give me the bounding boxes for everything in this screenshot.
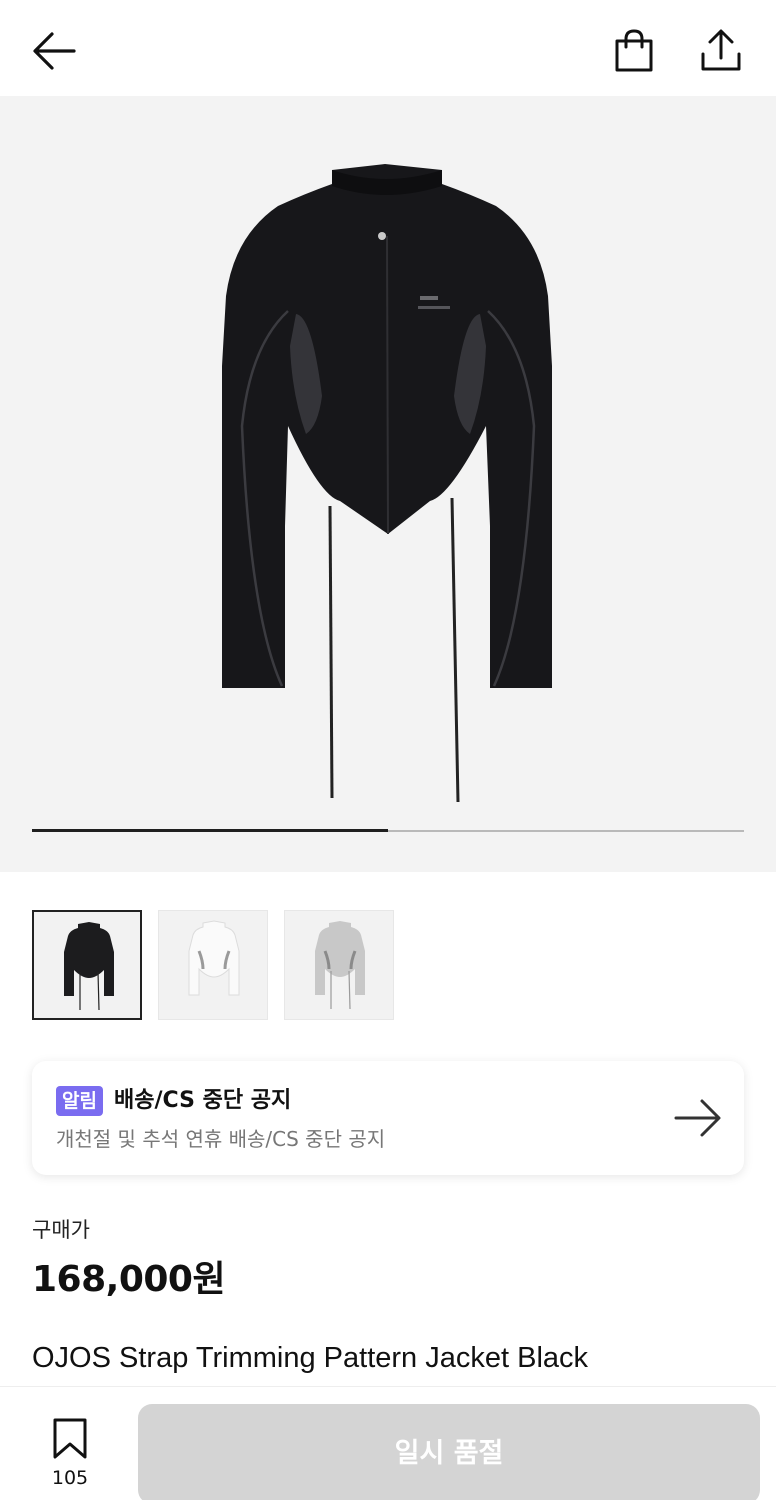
share-button[interactable] bbox=[696, 26, 746, 76]
arrow-left-icon bbox=[33, 32, 76, 70]
gallery-progress-track bbox=[32, 829, 744, 832]
wishlist-button[interactable]: 105 bbox=[40, 1417, 100, 1491]
shopping-bag-icon bbox=[615, 29, 653, 72]
thumbnail-strip bbox=[32, 910, 744, 1022]
thumbnail-jacket-image bbox=[188, 920, 240, 996]
product-jacket-image bbox=[222, 164, 552, 803]
arrow-right-icon bbox=[674, 1099, 721, 1137]
thumbnail-black[interactable] bbox=[32, 910, 142, 1020]
thumbnail-grey[interactable] bbox=[284, 910, 394, 1020]
product-title: OJOS Strap Trimming Pattern Jacket Black bbox=[32, 1342, 589, 1374]
product-image-carousel[interactable] bbox=[0, 96, 776, 872]
notice-arrow-button[interactable] bbox=[672, 1095, 724, 1141]
bookmark-icon bbox=[53, 1418, 87, 1459]
thumbnail-jacket-image bbox=[64, 922, 114, 1011]
back-button[interactable] bbox=[28, 28, 80, 74]
gallery-progress-fill bbox=[32, 829, 388, 832]
bottom-action-bar: 105 일시 품절 bbox=[0, 1386, 776, 1500]
thumbnail-white[interactable] bbox=[158, 910, 268, 1020]
notice-banner[interactable]: 알림 배송/CS 중단 공지 개천절 및 추석 연휴 배송/CS 중단 공지 bbox=[32, 1061, 744, 1175]
price-label: 구매가 bbox=[32, 1218, 90, 1242]
sold-out-button[interactable]: 일시 품절 bbox=[138, 1404, 760, 1500]
wishlist-count: 105 bbox=[51, 1467, 89, 1489]
notice-title: 배송/CS 중단 공지 bbox=[114, 1088, 292, 1113]
notice-subtitle: 개천절 및 추석 연휴 배송/CS 중단 공지 bbox=[56, 1127, 386, 1151]
thumbnail-jacket-image bbox=[315, 921, 365, 1010]
shopping-bag-button[interactable] bbox=[610, 26, 658, 76]
share-upload-icon bbox=[701, 29, 741, 71]
notice-tag-badge: 알림 bbox=[56, 1086, 103, 1116]
price-value: 168,000원 bbox=[32, 1259, 226, 1300]
top-bar bbox=[0, 0, 776, 96]
